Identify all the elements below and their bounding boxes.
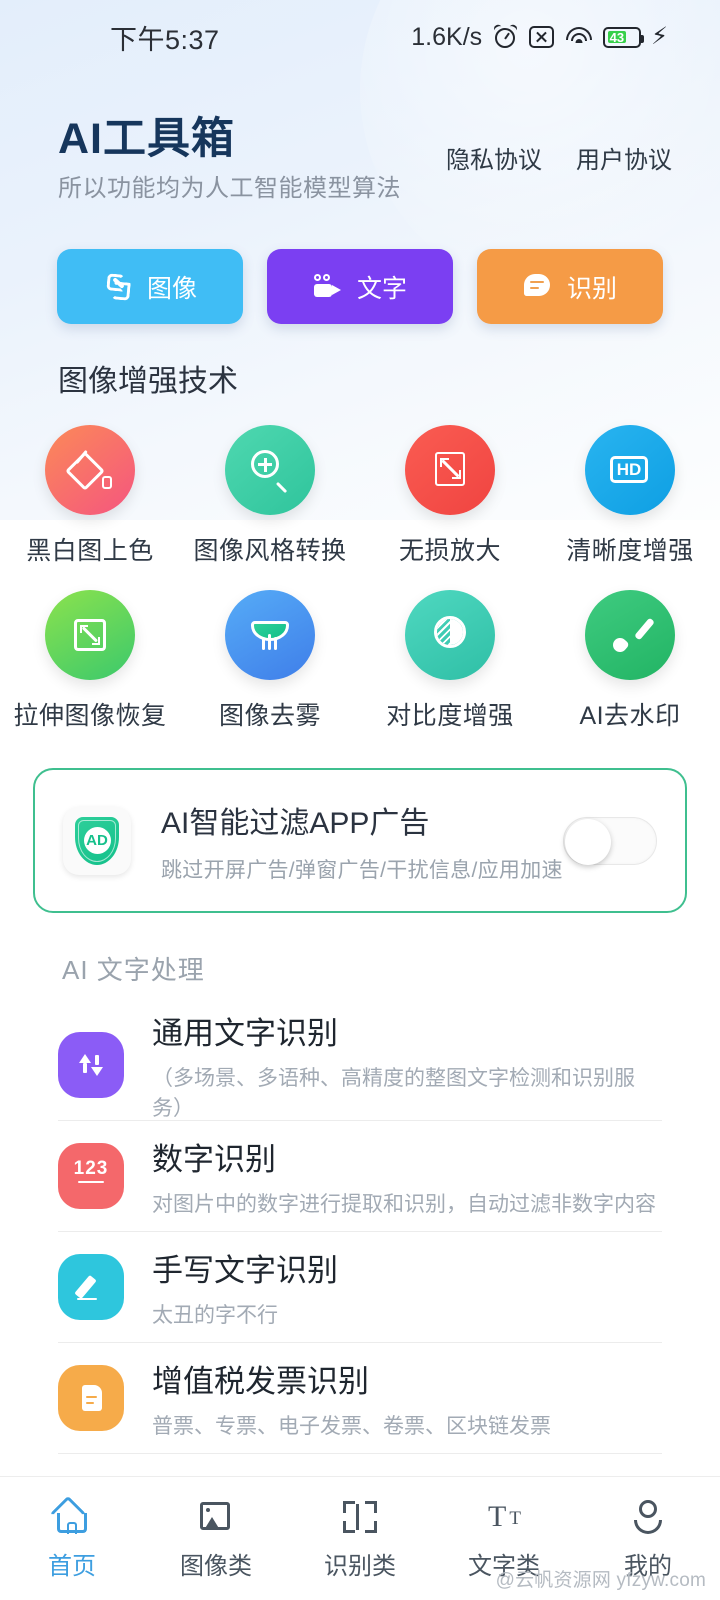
tool-label: 黑白图上色 (26, 537, 154, 565)
text-tool-list: 通用文字识别 （多场景、多语种、高精度的整图文字检测和识别服务） 123 数字识… (0, 1010, 720, 1454)
tool-label: 无损放大 (398, 537, 501, 565)
nav-item-recognition[interactable]: 识别类 (288, 1497, 432, 1581)
list-item-title: 数字识别 (152, 1142, 276, 1177)
user-agreement-link[interactable]: 用户协议 (576, 140, 672, 175)
battery-level-text: 43 (609, 29, 625, 45)
nav-item-image[interactable]: 图像类 (144, 1497, 288, 1581)
page-title: AI工具箱 (58, 115, 235, 163)
hd-icon: HD (607, 447, 653, 493)
nav-label: 首页 (48, 1552, 96, 1580)
category-label-image: 图像 (146, 274, 197, 303)
nav-label: 识别类 (324, 1552, 396, 1580)
brush-icon (607, 612, 655, 658)
scan-icon (340, 1497, 380, 1537)
status-icons: 1.6K/s 43 ⚡ (411, 23, 668, 52)
status-bar: 下午5:37 1.6K/s 43 ⚡ (0, 0, 720, 74)
section-title-text: AI 文字处理 (62, 955, 205, 985)
ad-shield-icon: AD (63, 806, 131, 875)
battery-icon: 43 (603, 26, 645, 48)
network-speed-text: 1.6K/s (411, 22, 483, 51)
nav-item-home[interactable]: 首页 (0, 1497, 144, 1581)
toggle-knob (565, 818, 611, 865)
crop-restore-icon (67, 612, 113, 658)
wifi-icon (565, 26, 592, 48)
tool-label: 图像风格转换 (193, 537, 347, 565)
mute-icon (529, 26, 555, 48)
tool-remove-watermark[interactable]: AI去水印 (540, 590, 720, 732)
list-item-subtitle: 普票、专票、电子发票、卷票、区块链发票 (152, 1415, 551, 1438)
category-buttons: 图像 文字 识别 (0, 249, 720, 324)
tool-label: 对比度增强 (386, 702, 514, 730)
contrast-icon (427, 612, 473, 658)
category-button-text[interactable]: 文字 (267, 249, 453, 324)
tool-label: 清晰度增强 (566, 537, 694, 565)
phone-icon (103, 272, 133, 302)
tool-style-transfer[interactable]: 图像风格转换 (180, 425, 360, 567)
ad-card-texts: AI智能过滤APP广告 跳过开屏广告/弹窗广告/干扰信息/应用加速 (161, 798, 563, 884)
tool-colorize[interactable]: 黑白图上色 (0, 425, 180, 567)
list-item-subtitle: 对图片中的数字进行提取和识别，自动过滤非数字内容 (152, 1193, 656, 1216)
person-icon (628, 1497, 668, 1537)
ad-filter-toggle[interactable] (563, 816, 657, 865)
section-title-image: 图像增强技术 (58, 365, 238, 398)
ad-filter-card[interactable]: AD AI智能过滤APP广告 跳过开屏广告/弹窗广告/干扰信息/应用加速 (33, 768, 687, 913)
tool-defog[interactable]: 图像去雾 (180, 590, 360, 732)
tool-grid-row-1: 黑白图上色 图像风格转换 无损放大 HD 清晰度增强 (0, 425, 720, 567)
list-item-title: 通用文字识别 (152, 1016, 338, 1051)
text-size-icon: TT (488, 1499, 521, 1533)
video-camera-icon (313, 272, 343, 302)
list-item[interactable]: 通用文字识别 （多场景、多语种、高精度的整图文字检测和识别服务） (58, 1010, 662, 1121)
category-button-image[interactable]: 图像 (57, 249, 243, 324)
header-links: 隐私协议 用户协议 (446, 140, 672, 175)
tool-grid-row-2: 拉伸图像恢复 图像去雾 对比度增强 AI去水印 (0, 590, 720, 732)
nav-label: 图像类 (180, 1552, 252, 1580)
list-item[interactable]: 增值税发票识别 普票、专票、电子发票、卷票、区块链发票 (58, 1343, 662, 1454)
colorize-icon (65, 447, 113, 493)
tool-label: 图像去雾 (218, 702, 321, 730)
zoom-in-icon (247, 447, 293, 494)
defog-icon (247, 612, 293, 658)
list-item-subtitle: （多场景、多语种、高精度的整图文字检测和识别服务） (152, 1067, 635, 1120)
ocr-icon (74, 1048, 108, 1082)
ad-card-title: AI智能过滤APP广告 (161, 806, 430, 840)
page-subtitle: 所以功能均为人工智能模型算法 (58, 175, 401, 202)
status-time: 下午5:37 (110, 24, 220, 55)
image-icon (196, 1497, 236, 1537)
category-label-recognition: 识别 (566, 274, 617, 303)
ad-card-subtitle: 跳过开屏广告/弹窗广告/干扰信息/应用加速 (161, 858, 563, 882)
document-icon (74, 1381, 108, 1415)
list-item[interactable]: 手写文字识别 太丑的字不行 (58, 1232, 662, 1343)
alarm-icon (492, 22, 519, 50)
list-item-subtitle: 太丑的字不行 (152, 1304, 278, 1327)
list-item-title: 增值税发票识别 (152, 1364, 369, 1399)
expand-icon (427, 447, 473, 493)
chat-bubble-icon (523, 272, 553, 302)
privacy-policy-link[interactable]: 隐私协议 (446, 140, 542, 175)
list-item[interactable]: 123 数字识别 对图片中的数字进行提取和识别，自动过滤非数字内容 (58, 1121, 662, 1232)
watermark: @云帆资源网 yfzyw.com (495, 1570, 706, 1591)
number-123-icon: 123 (74, 1159, 108, 1193)
list-item-title: 手写文字识别 (152, 1253, 338, 1288)
tool-label: AI去水印 (579, 702, 681, 730)
tool-stretch-restore[interactable]: 拉伸图像恢复 (0, 590, 180, 732)
tool-label: 拉伸图像恢复 (13, 702, 167, 730)
charging-bolt-icon: ⚡ (651, 23, 668, 50)
pencil-icon (74, 1270, 108, 1304)
category-button-recognition[interactable]: 识别 (477, 249, 663, 324)
tool-lossless-enlarge[interactable]: 无损放大 (360, 425, 540, 567)
home-icon (52, 1497, 92, 1537)
tool-clarity-enhance[interactable]: HD 清晰度增强 (540, 425, 720, 567)
category-label-text: 文字 (356, 274, 407, 303)
tool-contrast-enhance[interactable]: 对比度增强 (360, 590, 540, 732)
